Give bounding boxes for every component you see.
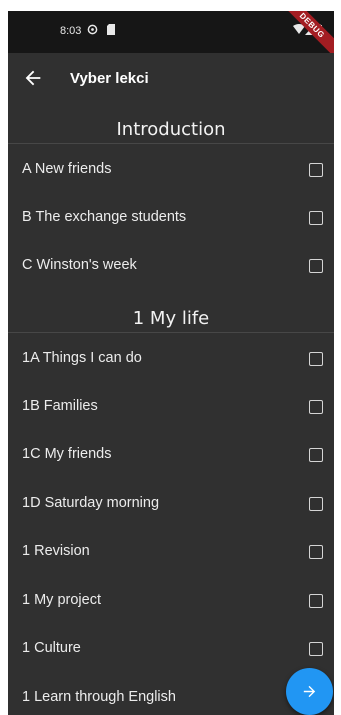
- list-item[interactable]: 1B Families: [8, 383, 334, 431]
- list-item[interactable]: 1 Learn through English: [8, 674, 334, 715]
- list-item[interactable]: C Winston's week: [8, 242, 334, 290]
- list-item-label: 1 Revision: [22, 543, 90, 559]
- list-item-label: 1 My project: [22, 592, 101, 608]
- lesson-checkbox[interactable]: [309, 352, 323, 366]
- lesson-checkbox[interactable]: [309, 211, 323, 225]
- lesson-checkbox[interactable]: [309, 259, 323, 273]
- list-item-label: C Winston's week: [22, 257, 137, 273]
- page-title: Vyber lekci: [70, 70, 149, 87]
- sd-card-icon: [107, 24, 115, 35]
- back-arrow-icon[interactable]: [22, 67, 44, 89]
- status-bar: 8:03 DEBUG: [8, 11, 334, 62]
- lesson-checkbox[interactable]: [309, 448, 323, 462]
- section-header-my-life: 1 My life: [8, 307, 334, 333]
- settings-notification-icon: [87, 24, 98, 35]
- lesson-checkbox[interactable]: [309, 594, 323, 608]
- lesson-checkbox[interactable]: [309, 545, 323, 559]
- list-item-label: 1 Culture: [22, 640, 81, 656]
- list-item-label: B The exchange students: [22, 209, 187, 225]
- lesson-checkbox[interactable]: [309, 400, 323, 414]
- section-header-introduction: Introduction: [8, 118, 334, 144]
- list-item-label: 1D Saturday morning: [22, 495, 160, 511]
- list-item-label: 1C My friends: [22, 446, 112, 462]
- list-item-label: 1 Learn through English: [22, 689, 176, 705]
- list-item[interactable]: B The exchange students: [8, 194, 334, 242]
- app-bar: Vyber lekci: [8, 53, 334, 105]
- lesson-checkbox[interactable]: [309, 163, 323, 177]
- list-item-label: 1B Families: [22, 398, 98, 414]
- list-item-label: A New friends: [22, 161, 112, 177]
- list-item[interactable]: 1 My project: [8, 577, 334, 625]
- phone-screen: 8:03 DEBUG Vyber lekci Introduction A Ne…: [8, 11, 334, 715]
- list-item-label: 1A Things I can do: [22, 350, 142, 366]
- list-item[interactable]: 1 Culture: [8, 625, 334, 673]
- lesson-checkbox[interactable]: [309, 642, 323, 656]
- arrow-right-icon: [303, 685, 316, 698]
- list-item[interactable]: A New friends: [8, 146, 334, 194]
- status-time: 8:03: [60, 25, 82, 37]
- next-button[interactable]: [286, 668, 333, 715]
- list-item[interactable]: 1A Things I can do: [8, 335, 334, 383]
- list-item[interactable]: 1D Saturday morning: [8, 480, 334, 528]
- lesson-checkbox[interactable]: [309, 497, 323, 511]
- list-item[interactable]: 1 Revision: [8, 528, 334, 576]
- list-item[interactable]: 1C My friends: [8, 431, 334, 479]
